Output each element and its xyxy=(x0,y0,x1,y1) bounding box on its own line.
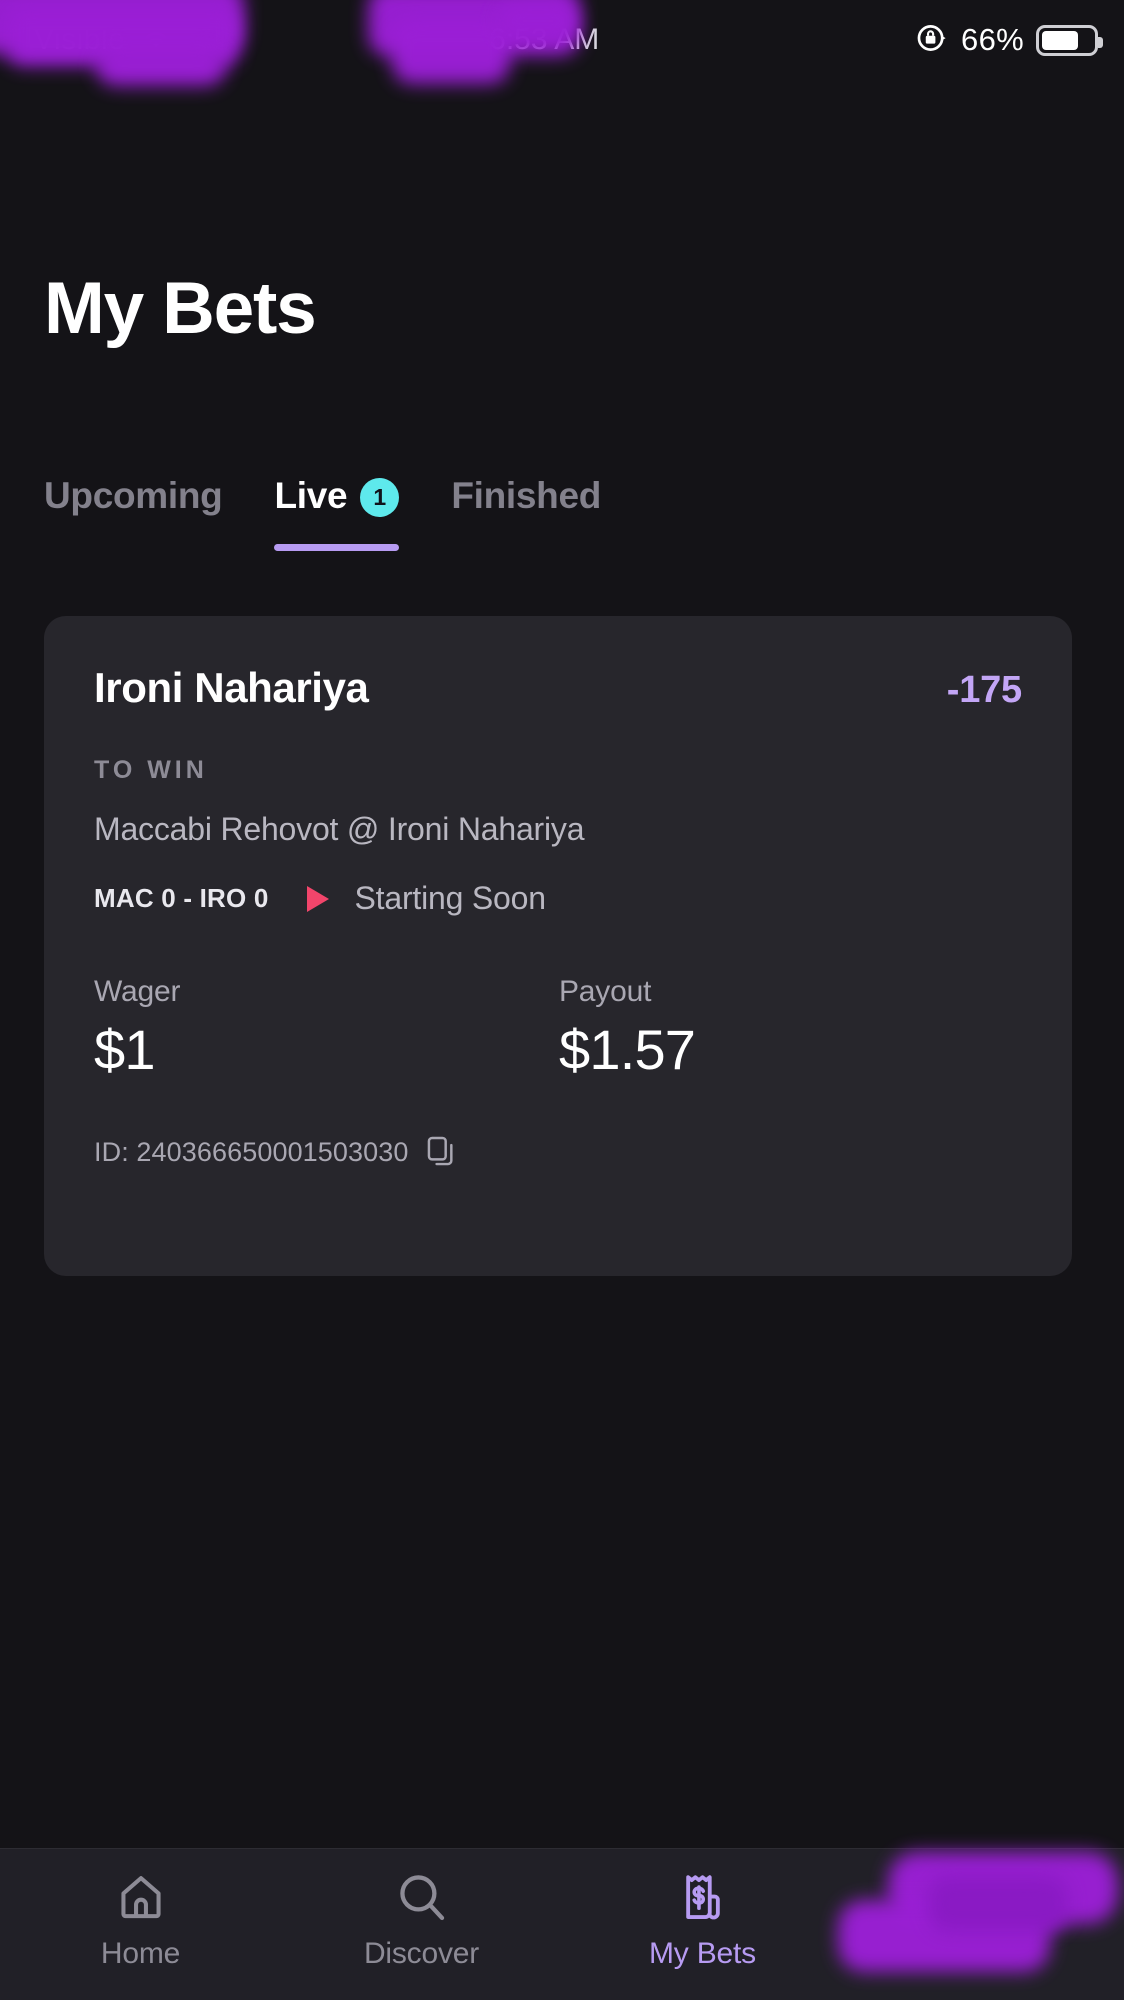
nav-item-home-label: Home xyxy=(100,1937,181,1970)
tab-live-label: Live xyxy=(274,475,348,516)
search-icon xyxy=(395,1871,449,1923)
tab-finished-row: Finished xyxy=(451,475,601,517)
redaction-mark xyxy=(96,46,226,86)
payout-label: Payout xyxy=(559,975,652,1008)
nav-item-my-bets-label: My Bets xyxy=(649,1937,756,1970)
rotation-lock-icon xyxy=(915,21,949,60)
ticket-dollar-icon xyxy=(676,1871,730,1923)
home-icon xyxy=(114,1871,168,1923)
bet-status-tabs: Upcoming Live 1 Finished xyxy=(44,475,601,551)
nav-item-discover-label: Discover xyxy=(363,1937,480,1970)
battery-icon xyxy=(1036,24,1103,56)
tab-finished[interactable]: Finished xyxy=(451,475,601,551)
wager-value: $1 xyxy=(94,1018,156,1081)
tab-active-underline xyxy=(274,544,400,551)
tab-live-row: Live 1 xyxy=(274,475,400,517)
redaction-mark xyxy=(928,1876,1068,1932)
bet-market-label: TO WIN xyxy=(94,756,208,784)
tab-live-badge: 1 xyxy=(360,477,400,517)
tab-finished-label: Finished xyxy=(451,475,602,516)
nav-item-home[interactable]: Home xyxy=(0,1849,281,1971)
status-bar-right: 66% xyxy=(915,21,1103,60)
live-play-icon xyxy=(306,885,329,912)
bet-card[interactable]: Ironi Nahariya -175 TO WIN Maccabi Rehov… xyxy=(44,616,1072,1276)
bet-amounts: Wager $1 Payout $1.57 xyxy=(94,975,1022,1082)
page-title: My Bets xyxy=(44,268,317,349)
bet-score: MAC 0 - IRO 0 xyxy=(94,883,269,913)
bet-selection-name: Ironi Nahariya xyxy=(94,664,369,711)
tab-upcoming[interactable]: Upcoming xyxy=(44,475,223,551)
bet-odds: -175 xyxy=(946,669,1022,711)
bet-id-row[interactable]: ID: 240366650001503030 xyxy=(94,1136,1022,1168)
redaction-mark xyxy=(392,20,510,84)
wager-block: Wager $1 xyxy=(94,975,559,1082)
payout-block: Payout $1.57 xyxy=(559,975,696,1082)
wager-label: Wager xyxy=(94,975,181,1008)
tab-upcoming-row: Upcoming xyxy=(44,475,223,517)
bet-game-status: Starting Soon xyxy=(354,880,547,916)
bet-card-header: Ironi Nahariya -175 xyxy=(94,664,1022,712)
payout-value: $1.57 xyxy=(559,1018,696,1081)
nav-item-my-bets[interactable]: My Bets xyxy=(562,1849,843,1971)
copy-icon[interactable] xyxy=(426,1136,456,1168)
battery-percent-label: 66% xyxy=(961,22,1024,57)
bet-id-label: ID: 240366650001503030 xyxy=(94,1136,409,1167)
bet-matchup: Maccabi Rehovot @ Ironi Nahariya xyxy=(94,811,585,847)
nav-item-discover[interactable]: Discover xyxy=(281,1849,562,1971)
app-screen: Visible 6:53 AM 66% My Bets Upcoming xyxy=(0,0,1124,2000)
bet-score-row: MAC 0 - IRO 0 Starting Soon xyxy=(94,880,1022,917)
tab-live[interactable]: Live 1 xyxy=(274,475,400,551)
redaction-mark xyxy=(498,4,578,38)
tab-upcoming-label: Upcoming xyxy=(44,475,223,516)
